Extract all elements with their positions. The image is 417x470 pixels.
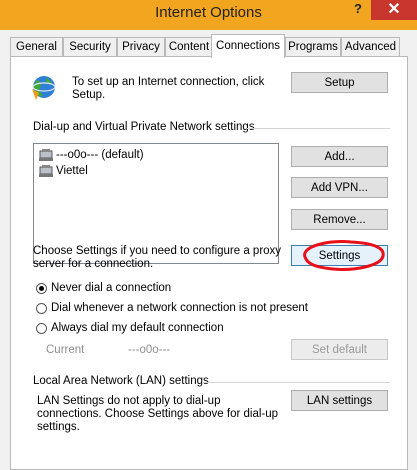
lan-settings-button[interactable]: LAN settings [291, 390, 388, 411]
tab-content[interactable]: Content [165, 37, 213, 57]
setup-text: To set up an Internet connection, click … [72, 76, 265, 101]
tab-general[interactable]: General [10, 37, 63, 57]
dial-when-not-present-radio[interactable] [36, 303, 47, 314]
always-dial-label[interactable]: Always dial my default connection [51, 322, 224, 334]
tab-privacy[interactable]: Privacy [117, 37, 165, 57]
dial-when-not-present-label[interactable]: Dial whenever a network connection is no… [51, 302, 308, 314]
dialog-body: General Security Privacy Content Connect… [6, 30, 411, 470]
connections-panel: To set up an Internet connection, click … [10, 56, 408, 470]
add-button[interactable]: Add... [291, 146, 388, 167]
set-default-button[interactable]: Set default [291, 339, 388, 360]
tab-connections[interactable]: Connections [211, 34, 285, 58]
tab-security[interactable]: Security [63, 37, 117, 57]
dialup-connection-icon [38, 148, 54, 162]
tab-strip: General Security Privacy Content Connect… [6, 34, 411, 58]
annotation-ellipse [299, 237, 386, 273]
title-bar: Internet Options ? ✕ [0, 0, 417, 30]
always-dial-radio[interactable] [36, 323, 47, 334]
lan-text: LAN Settings do not apply to dial-up con… [37, 395, 279, 433]
add-vpn-button[interactable]: Add VPN... [291, 177, 388, 198]
help-button[interactable]: ? [347, 0, 369, 20]
group-divider [247, 128, 390, 129]
lan-group-label: Local Area Network (LAN) settings [33, 375, 209, 387]
remove-button[interactable]: Remove... [291, 209, 388, 230]
dialup-connection-icon [38, 164, 54, 178]
tab-advanced[interactable]: Advanced [341, 37, 400, 57]
proxy-text: Choose Settings if you need to configure… [33, 245, 282, 270]
tab-programs[interactable]: Programs [285, 37, 341, 57]
globe-icon [29, 73, 57, 103]
close-button[interactable]: ✕ [371, 0, 417, 20]
current-value: ---o0o--- [128, 344, 171, 356]
never-dial-radio[interactable] [36, 283, 47, 294]
current-label: Current [46, 344, 85, 356]
list-item-label: ---o0o--- (default) [56, 149, 144, 161]
list-item-label: Viettel [56, 165, 88, 177]
dialup-group-label: Dial-up and Virtual Private Network sett… [33, 121, 255, 133]
never-dial-label[interactable]: Never dial a connection [51, 282, 171, 294]
group-divider [202, 382, 390, 383]
setup-button[interactable]: Setup [291, 72, 388, 93]
